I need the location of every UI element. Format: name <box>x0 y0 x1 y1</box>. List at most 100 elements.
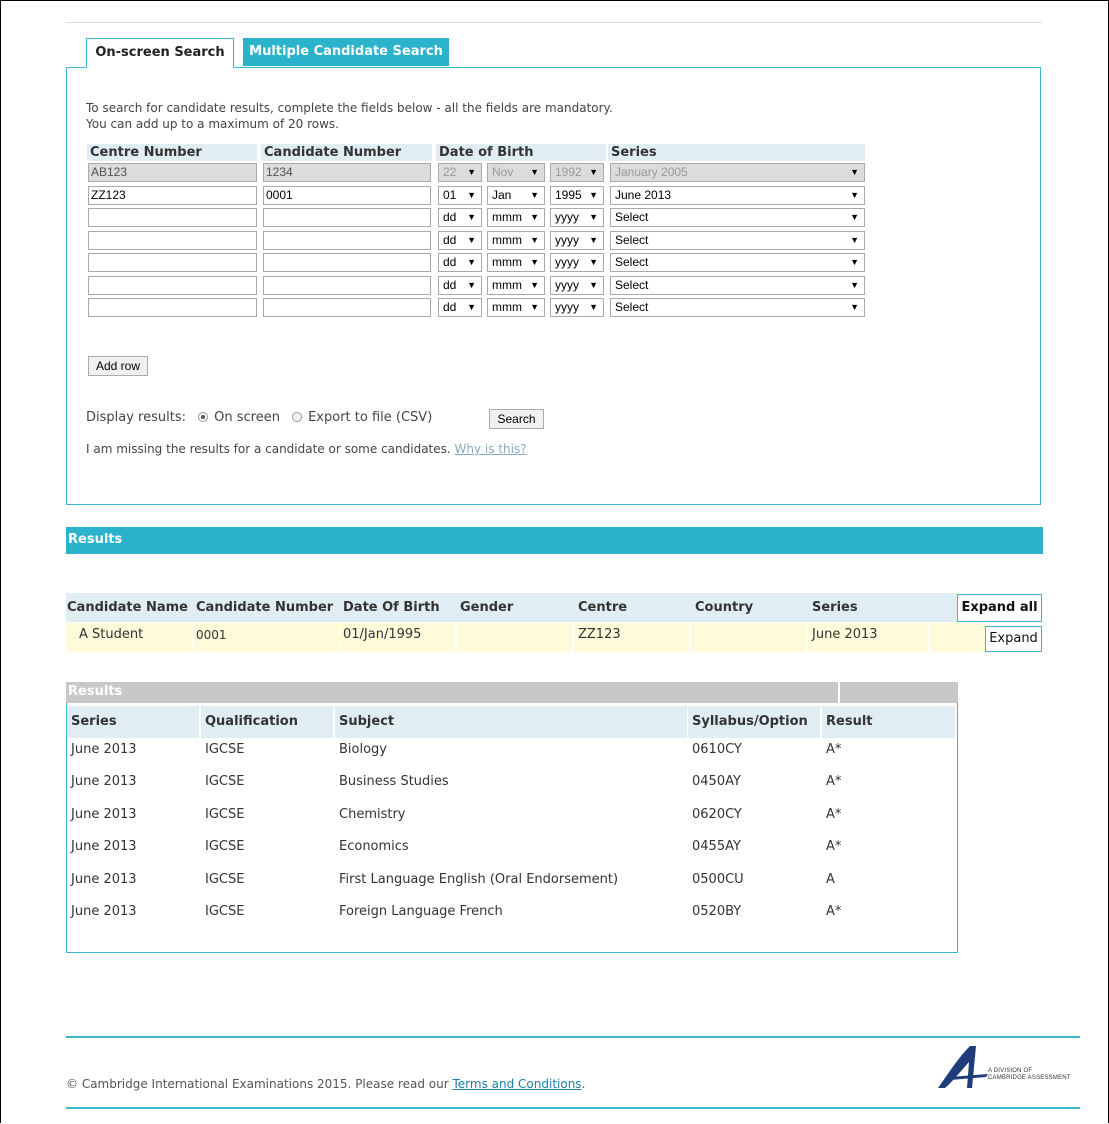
tab-multiple-candidate-search[interactable]: Multiple Candidate Search <box>243 38 449 66</box>
candidate-number-input[interactable] <box>263 253 431 272</box>
detail-subject-cell: Biology <box>339 742 387 757</box>
detail-qualification-cell: IGCSE <box>205 904 245 919</box>
dob-month-select[interactable]: mmm ▼ <box>487 298 545 317</box>
centre-number-input[interactable] <box>88 253 257 272</box>
centre-number-input[interactable]: ZZ123 <box>88 185 257 205</box>
candidate-number-input[interactable]: 0001 <box>263 185 431 205</box>
dropdown-arrow-icon: ▼ <box>850 167 859 177</box>
dropdown-arrow-icon: ▼ <box>530 212 539 222</box>
candidate-number-input[interactable] <box>263 208 431 227</box>
dropdown-arrow-icon: ▼ <box>589 234 598 245</box>
dob-year-select[interactable]: yyyy ▼ <box>550 253 604 272</box>
dob-month-select[interactable]: mmm ▼ <box>487 253 545 272</box>
top-divider <box>66 22 1042 23</box>
dropdown-arrow-icon: ▼ <box>530 189 539 200</box>
dob-day-select-value: 01 <box>443 187 457 202</box>
col-series: Series <box>808 593 932 622</box>
logo-line-2: CAMBRIDGE ASSESSMENT <box>988 1075 1071 1081</box>
dropdown-arrow-icon: ▼ <box>467 302 476 312</box>
centre-number-input[interactable] <box>88 230 257 250</box>
dob-year-select[interactable]: yyyy ▼ <box>550 298 604 317</box>
dob-month-select[interactable]: mmm ▼ <box>487 208 545 227</box>
candidate-number-input-value: 0001 <box>266 187 293 202</box>
dob-day-select[interactable]: dd ▼ <box>438 275 482 295</box>
series-select[interactable]: Select ▼ <box>610 275 865 295</box>
detail-header-qualification: Qualification <box>201 706 333 738</box>
dob-year-select[interactable]: yyyy ▼ <box>550 208 604 227</box>
dob-year-select: 1992 ▼ <box>550 163 604 182</box>
missing-results-text: I am missing the results for a candidate… <box>86 442 451 456</box>
dob-month-select[interactable]: Jan ▼ <box>487 185 545 205</box>
candidate-number-input[interactable] <box>263 230 431 250</box>
dob-month-select[interactable]: mmm ▼ <box>487 275 545 295</box>
terms-and-conditions-link[interactable]: Terms and Conditions <box>453 1077 582 1091</box>
centre-number-input[interactable] <box>88 275 257 295</box>
dropdown-arrow-icon: ▼ <box>850 212 859 222</box>
series-select[interactable]: Select ▼ <box>610 298 865 317</box>
footer-top-line <box>66 1036 1080 1038</box>
results-section-bar: Results <box>66 527 1043 554</box>
dob-month-select-value: mmm <box>492 255 522 269</box>
col-candidate-name: Candidate Name <box>66 593 193 622</box>
why-is-this-link[interactable]: Why is this? <box>455 442 527 456</box>
dob-month-select-value: Jan <box>492 187 512 202</box>
detail-result-cell: A <box>826 871 835 887</box>
dob-month-select-value: mmm <box>492 300 522 314</box>
tab-on-screen-search[interactable]: On-screen Search <box>86 38 234 68</box>
centre-number-input[interactable] <box>88 298 257 317</box>
dob-year-select-value: yyyy <box>555 232 579 247</box>
dob-year-select[interactable]: yyyy ▼ <box>550 275 604 295</box>
dob-year-select-value: yyyy <box>555 300 579 314</box>
on-screen-radio[interactable] <box>198 411 209 422</box>
detail-syllabus-cell: 0520BY <box>692 904 742 919</box>
header-date-of-birth: Date of Birth <box>436 144 606 161</box>
candidate-gender-cell <box>457 623 572 652</box>
dob-year-select-value: yyyy <box>555 255 579 269</box>
candidate-number-cell: 0001 <box>193 623 339 652</box>
dob-day-select-value: dd <box>443 300 457 314</box>
results-detail-title: Results <box>66 682 838 703</box>
detail-subject-cell: First Language English (Oral Endorsement… <box>339 871 619 887</box>
add-row-button[interactable]: Add row <box>88 356 148 376</box>
expand-button[interactable]: Expand <box>985 626 1042 652</box>
dropdown-arrow-icon: ▼ <box>530 279 539 290</box>
dropdown-arrow-icon: ▼ <box>850 302 859 312</box>
dob-day-select[interactable]: dd ▼ <box>438 208 482 227</box>
series-select-value: June 2013 <box>615 187 672 202</box>
series-select[interactable]: June 2013 ▼ <box>610 185 865 205</box>
dob-day-select-value: dd <box>443 255 457 269</box>
search-button[interactable]: Search <box>489 409 544 429</box>
candidate-dob-cell: 01/Jan/1995 <box>340 623 455 652</box>
export-csv-radio[interactable] <box>292 411 303 422</box>
expand-all-button[interactable]: Expand all <box>957 594 1042 622</box>
dob-day-select[interactable]: dd ▼ <box>438 298 482 317</box>
footer-copyright: © Cambridge International Examinations 2… <box>66 1077 585 1091</box>
candidate-number-input[interactable] <box>263 298 431 317</box>
dob-month-select[interactable]: mmm ▼ <box>487 230 545 250</box>
dob-day-select[interactable]: dd ▼ <box>438 230 482 250</box>
dropdown-arrow-icon: ▼ <box>530 257 539 267</box>
display-results-label: Display results: <box>86 410 186 425</box>
dob-day-select[interactable]: 01 ▼ <box>438 185 482 205</box>
candidate-number-input: 1234 <box>263 163 431 182</box>
dropdown-arrow-icon: ▼ <box>850 189 859 200</box>
series-select[interactable]: Select ▼ <box>610 253 865 272</box>
col-expand-spacer <box>930 593 957 622</box>
col-date-of-birth: Date Of Birth <box>340 593 458 622</box>
dob-year-select[interactable]: 1995 ▼ <box>550 185 604 205</box>
detail-qualification-cell: IGCSE <box>205 839 245 855</box>
series-select[interactable]: Select ▼ <box>610 230 865 250</box>
dob-day-select[interactable]: dd ▼ <box>438 253 482 272</box>
dropdown-arrow-icon: ▼ <box>530 302 539 312</box>
series-select[interactable]: Select ▼ <box>610 208 865 227</box>
dob-day-select-value: dd <box>443 277 457 292</box>
col-gender: Gender <box>457 593 575 622</box>
dob-day-select: 22 ▼ <box>438 163 482 182</box>
series-select-value: Select <box>615 300 649 314</box>
centre-number-input[interactable] <box>88 208 257 227</box>
detail-result-cell: A* <box>826 839 842 855</box>
dropdown-arrow-icon: ▼ <box>467 212 476 222</box>
detail-result-cell: A* <box>826 904 842 919</box>
dob-year-select[interactable]: yyyy ▼ <box>550 230 604 250</box>
candidate-number-input[interactable] <box>263 275 431 295</box>
